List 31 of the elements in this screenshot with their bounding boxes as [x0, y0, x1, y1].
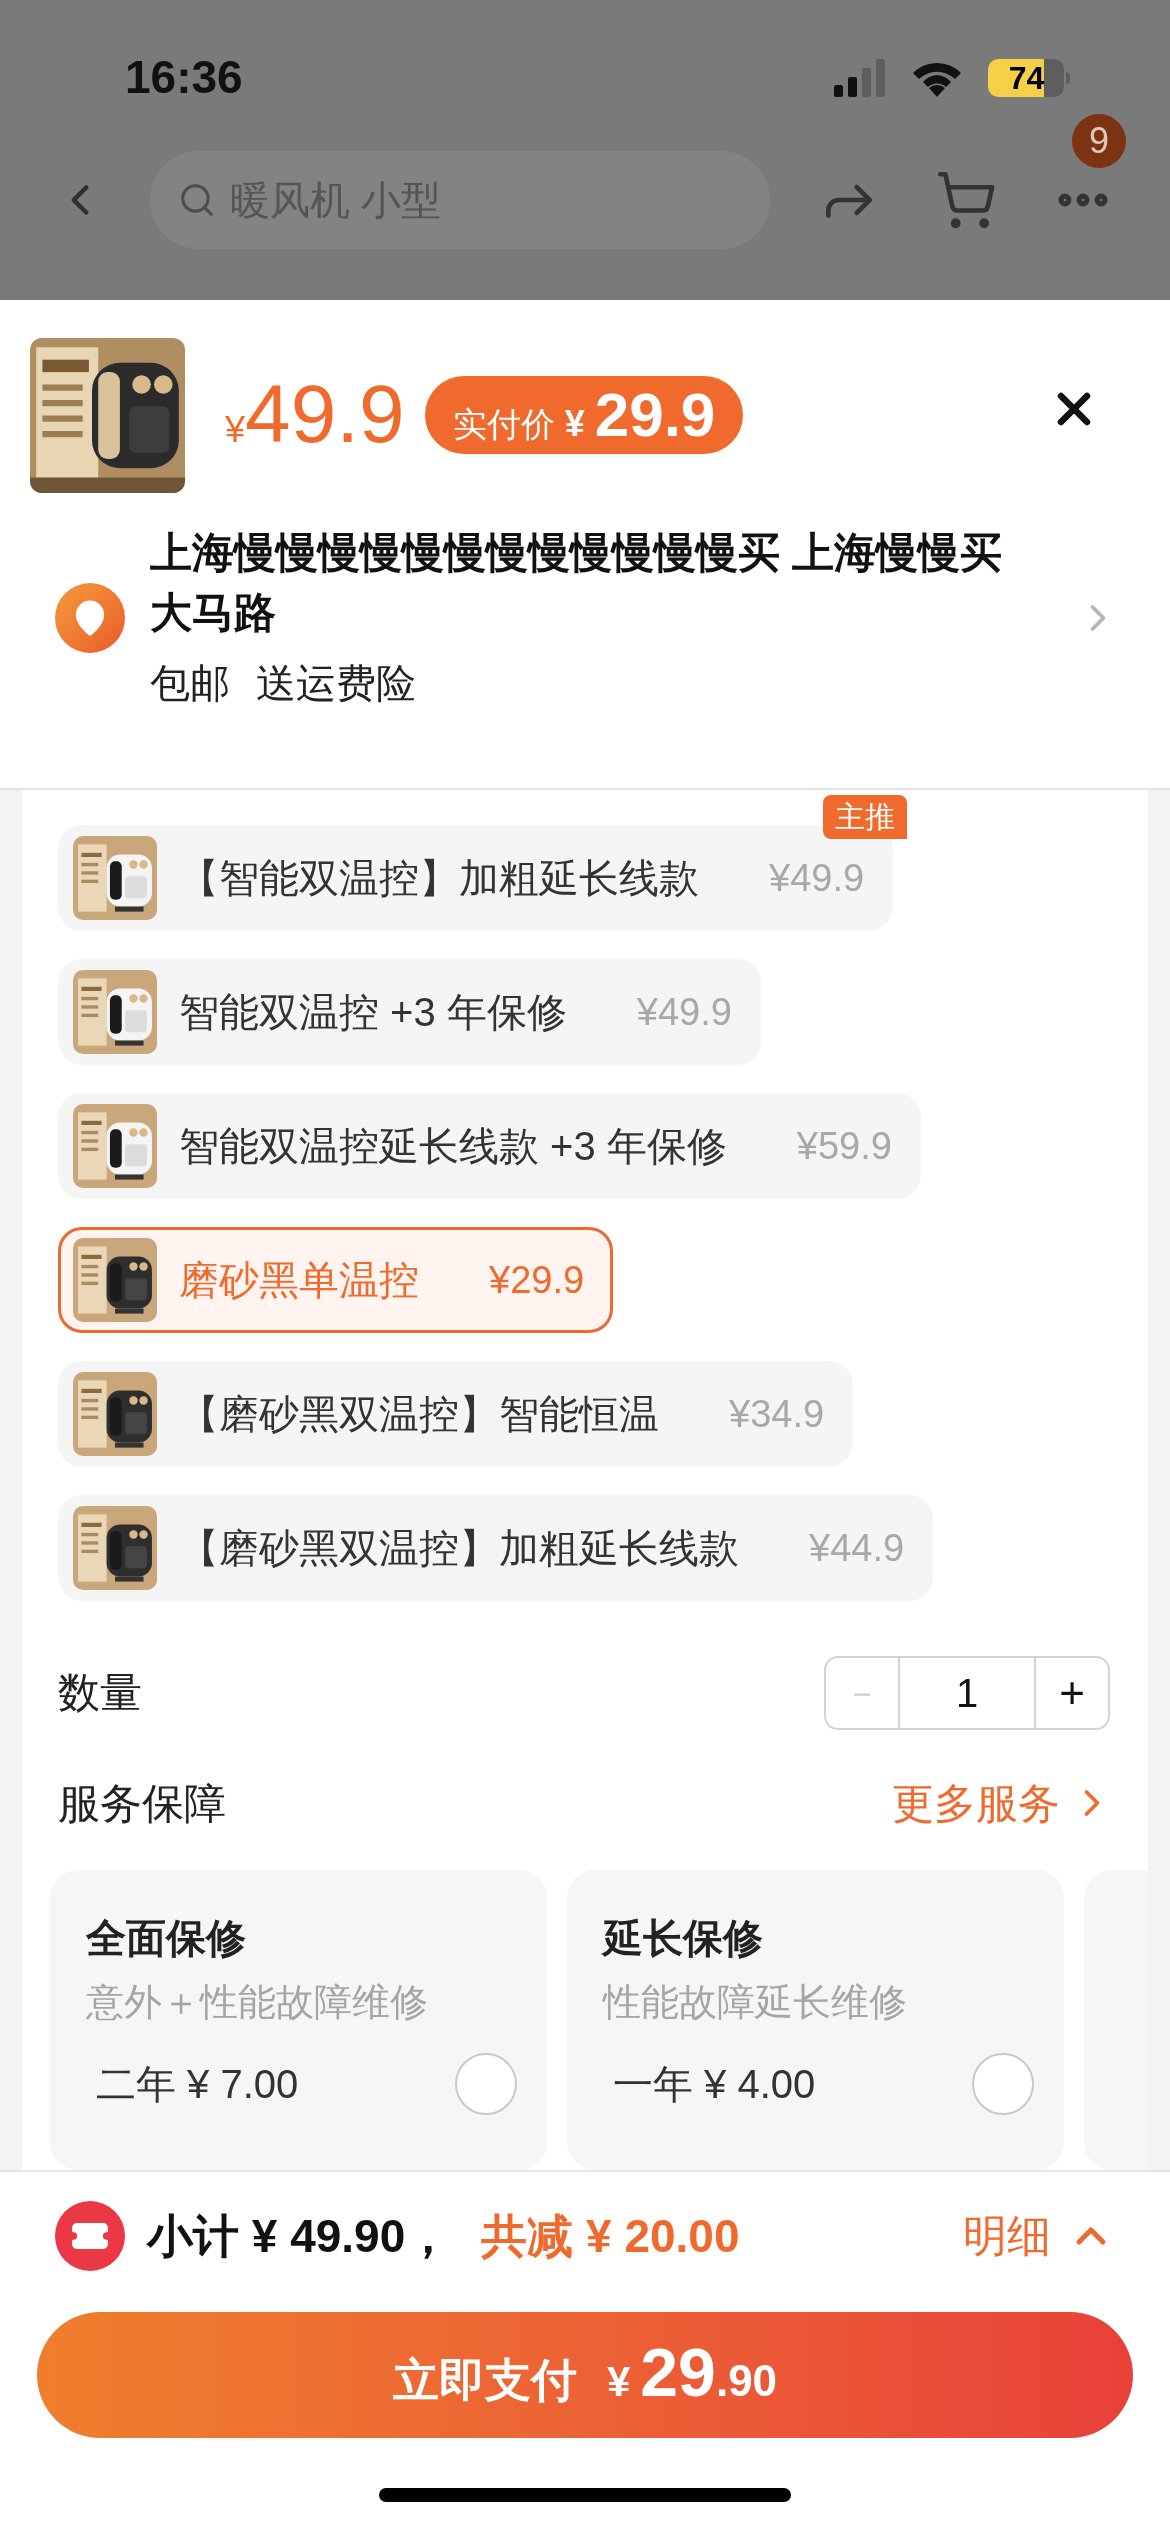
increase-button[interactable]: +: [1036, 1657, 1108, 1728]
quantity-value[interactable]: 1: [898, 1657, 1036, 1728]
service-description: 意外＋性能故障维修: [86, 1980, 429, 2025]
cart-icon[interactable]: [935, 169, 997, 231]
service-card[interactable]: 延长保修 性能故障延长维修 一年 ¥ 4.00: [567, 1870, 1064, 2170]
price: ¥49.9: [225, 373, 405, 457]
address-row[interactable]: 上海慢慢慢慢慢慢慢慢慢慢慢慢买 上海慢慢买大马路 包邮 送运费险: [0, 523, 1170, 713]
service-title: 延长保修: [603, 1915, 764, 1962]
service-title: 全面保修: [86, 1915, 247, 1962]
service-price: 二年 ¥ 7.00: [95, 2061, 299, 2108]
subtotal-text: 小计 ¥ 49.90，: [147, 2208, 452, 2264]
variant-option[interactable]: 【磨砂黑双温控】加粗延长线款 ¥44.9: [58, 1495, 934, 1601]
variant-option[interactable]: 智能双温控 +3 年保修 ¥49.9: [58, 959, 761, 1065]
service-description: 性能故障延长维修: [603, 1980, 908, 2025]
quantity-label: 数量: [58, 1668, 142, 1719]
shipping-tag: 送运费险: [256, 653, 416, 713]
status-time: 16:36: [125, 50, 243, 105]
address-text: 上海慢慢慢慢慢慢慢慢慢慢慢慢买 上海慢慢买大马路: [150, 528, 1003, 638]
section-title: 服务保障: [58, 1778, 226, 1829]
signal-icon: [834, 58, 886, 97]
search-icon: [178, 181, 216, 219]
notification-badge: 9: [1072, 114, 1126, 168]
quantity-stepper[interactable]: － 1 +: [824, 1655, 1110, 1730]
service-price: 一年 ¥ 4.00: [612, 2061, 816, 2108]
service-card[interactable]: 全面保修 意外＋性能故障维修 二年 ¥ 7.00: [50, 1870, 547, 2170]
paid-price-badge: 实付价 ¥ 29.9: [424, 376, 744, 454]
variant-option[interactable]: 【磨砂黑双温控】智能恒温 ¥34.9: [58, 1361, 854, 1467]
recommended-tag: 主推: [823, 795, 908, 839]
shipping-tag: 包邮: [150, 653, 230, 713]
discount-text: 共减 ¥ 20.00: [481, 2208, 740, 2264]
variant-option[interactable]: 智能双温控延长线款 +3 年保修 ¥59.9: [58, 1093, 921, 1199]
